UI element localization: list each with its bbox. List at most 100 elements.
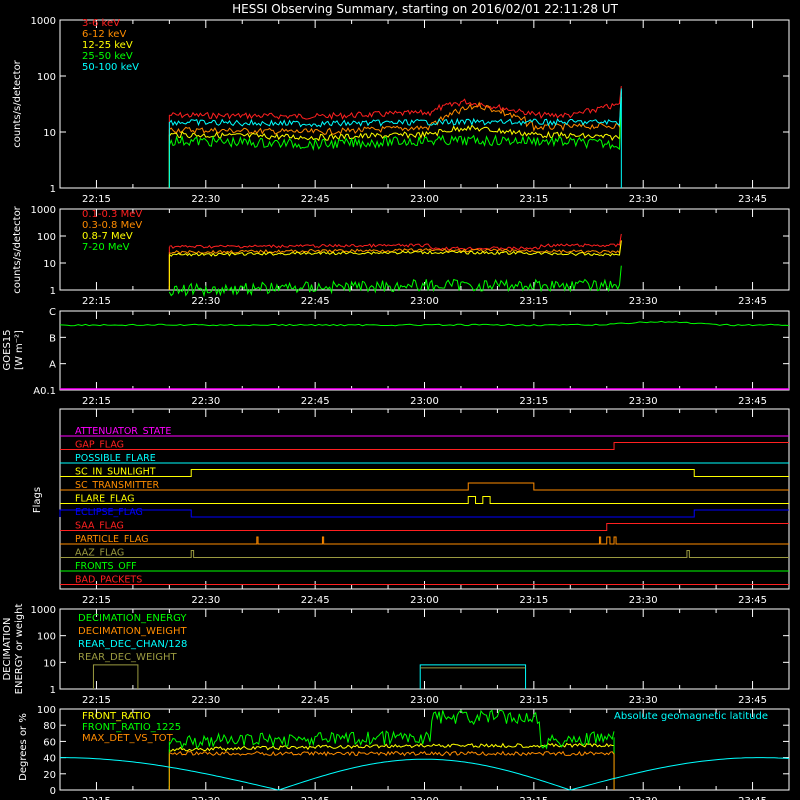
- decimation-panel-time-label: 23:00: [410, 695, 439, 706]
- decimation-panel-time-label: 23:45: [738, 695, 767, 706]
- hxr-panel-time-label: 23:45: [738, 194, 767, 205]
- goes-panel-time-label: 22:30: [191, 396, 220, 407]
- flag-label: FLARE_FLAG: [75, 494, 135, 505]
- goes-panel-time-label: 22:45: [301, 396, 330, 407]
- flags-panel-time-label: 22:45: [301, 595, 330, 606]
- gamma-panel-time-label: 22:45: [301, 296, 330, 307]
- decimation-legend-item: REAR_DEC_WEIGHT: [78, 652, 177, 663]
- ratio-legend-right: Absolute geomagnetic latitude: [614, 711, 768, 722]
- hxr-legend-item: 6-12 keV: [82, 29, 126, 40]
- goes-ytick-label: A0.1: [33, 386, 56, 397]
- flag-label: ATTENUATOR_STATE: [75, 426, 171, 437]
- gamma-panel-time-label: 22:30: [191, 296, 220, 307]
- decimation-ylabel-2: ENERGY or weight: [14, 604, 25, 695]
- decimation-legend-item: DECIMATION_ENERGY: [78, 613, 187, 624]
- decimation-legend-item: DECIMATION_WEIGHT: [78, 626, 187, 637]
- gamma-ytick-label: 1: [50, 286, 56, 297]
- decimation-ytick-label: 1000: [31, 605, 56, 616]
- ratio-panel-time-label: 22:45: [301, 796, 330, 800]
- ratio-ytick-label: 60: [43, 737, 56, 748]
- flag-label: SC_TRANSMITTER: [75, 480, 160, 491]
- goes-panel-time-label: 23:15: [519, 396, 548, 407]
- ratio-panel-time-label: 22:15: [82, 796, 111, 800]
- flags-panel-time-label: 22:15: [82, 595, 111, 606]
- hxr-panel-time-label: 22:30: [191, 194, 220, 205]
- hxr-legend-item: 3-6 keV: [82, 18, 120, 29]
- flags-panel-time-label: 23:30: [629, 595, 658, 606]
- ratio-ytick-label: 80: [43, 721, 56, 732]
- decimation-panel-time-label: 22:15: [82, 695, 111, 706]
- decimation-panel-time-label: 22:30: [191, 695, 220, 706]
- hxr-panel-time-label: 22:45: [301, 194, 330, 205]
- hxr-panel-time-label: 22:15: [82, 194, 111, 205]
- goes-ylabel: GOES15: [2, 329, 13, 370]
- flag-label: BAD_PACKETS: [75, 575, 142, 586]
- gamma-panel-time-label: 23:00: [410, 296, 439, 307]
- hessi-summary-plot: HESSI Observing Summary, starting on 201…: [0, 0, 800, 800]
- gamma-panel-time-label: 22:15: [82, 296, 111, 307]
- hxr-panel-time-label: 23:15: [519, 194, 548, 205]
- ratio-ytick-label: 0: [50, 786, 56, 797]
- gamma-ytick-label: 100: [37, 232, 56, 243]
- hxr-legend-item: 12-25 keV: [82, 40, 133, 51]
- hxr-ytick-label: 1: [50, 184, 56, 195]
- flag-label: SAA_FLAG: [75, 521, 124, 532]
- hxr-ytick-label: 100: [37, 72, 56, 83]
- decimation-ytick-label: 100: [37, 632, 56, 643]
- ratio-panel-time-label: 22:30: [191, 796, 220, 800]
- goes-ytick-label: B: [49, 333, 56, 344]
- hxr-legend-item: 50-100 keV: [82, 62, 139, 73]
- decimation-ylabel: DECIMATION: [2, 617, 13, 680]
- ratio-ytick-label: 20: [43, 770, 56, 781]
- flags-panel-time-label: 22:30: [191, 595, 220, 606]
- gamma-legend-item: 7-20 MeV: [82, 242, 130, 253]
- goes-panel-time-label: 23:00: [410, 396, 439, 407]
- ratio-ytick-label: 40: [43, 754, 56, 765]
- hxr-legend-item: 25-50 keV: [82, 51, 133, 62]
- flags-ylabel: Flags: [32, 487, 43, 513]
- gamma-ytick-label: 10: [43, 259, 56, 270]
- ratio-legend-item: FRONT_RATIO_1225: [82, 722, 181, 733]
- flag-label: POSSIBLE_FLARE: [75, 453, 156, 464]
- flag-label: PARTICLE_FLAG: [75, 534, 148, 545]
- gamma-panel-time-label: 23:30: [629, 296, 658, 307]
- goes-panel-time-label: 22:15: [82, 396, 111, 407]
- goes-ytick-label: C: [49, 307, 56, 318]
- ratio-panel-time-label: 23:45: [738, 796, 767, 800]
- hxr-ytick-label: 1000: [31, 16, 56, 27]
- gamma-panel-time-label: 23:15: [519, 296, 548, 307]
- hxr-panel-time-label: 23:00: [410, 194, 439, 205]
- goes-ylabel-units: [W m⁻²]: [14, 330, 25, 370]
- hxr-ylabel: counts/s/detector: [12, 59, 23, 147]
- goes-ytick-label: A: [49, 360, 56, 371]
- hxr-ytick-label: 10: [43, 128, 56, 139]
- ratio-legend-item: MAX_DET_VS_TOT: [82, 733, 174, 744]
- flag-label: AAZ_FLAG: [75, 548, 124, 559]
- flag-label: ECLIPSE_FLAG: [75, 507, 143, 518]
- flag-label: SC_IN_SUNLIGHT: [75, 467, 156, 478]
- flags-panel-time-label: 23:00: [410, 595, 439, 606]
- decimation-panel-time-label: 23:15: [519, 695, 548, 706]
- decimation-ytick-label: 1: [50, 685, 56, 696]
- decimation-panel-time-label: 22:45: [301, 695, 330, 706]
- decimation-legend-item: REAR_DEC_CHAN/128: [78, 639, 187, 650]
- ratio-panel-time-label: 23:30: [629, 796, 658, 800]
- goes-panel-time-label: 23:30: [629, 396, 658, 407]
- flag-label: FRONTS_OFF: [75, 561, 137, 572]
- gamma-legend-item: 0.1-0.3 MeV: [82, 209, 142, 220]
- flags-panel-time-label: 23:15: [519, 595, 548, 606]
- decimation-ytick-label: 10: [43, 658, 56, 669]
- ratio-panel-time-label: 23:15: [519, 796, 548, 800]
- decimation-panel-time-label: 23:30: [629, 695, 658, 706]
- ratio-ylabel: Degrees or %: [18, 713, 29, 781]
- gamma-ylabel: counts/s/detector: [12, 205, 23, 293]
- ratio-legend-item: FRONT_RATIO: [82, 711, 151, 722]
- hxr-panel-time-label: 23:30: [629, 194, 658, 205]
- gamma-legend-item: 0.3-0.8 MeV: [82, 220, 142, 231]
- ratio-ytick-label: 100: [37, 705, 56, 716]
- flags-panel-time-label: 23:45: [738, 595, 767, 606]
- plot-title: HESSI Observing Summary, starting on 201…: [232, 2, 618, 16]
- flag-label: GAP_FLAG: [75, 440, 124, 451]
- goes-panel-time-label: 23:45: [738, 396, 767, 407]
- gamma-ytick-label: 1000: [31, 205, 56, 216]
